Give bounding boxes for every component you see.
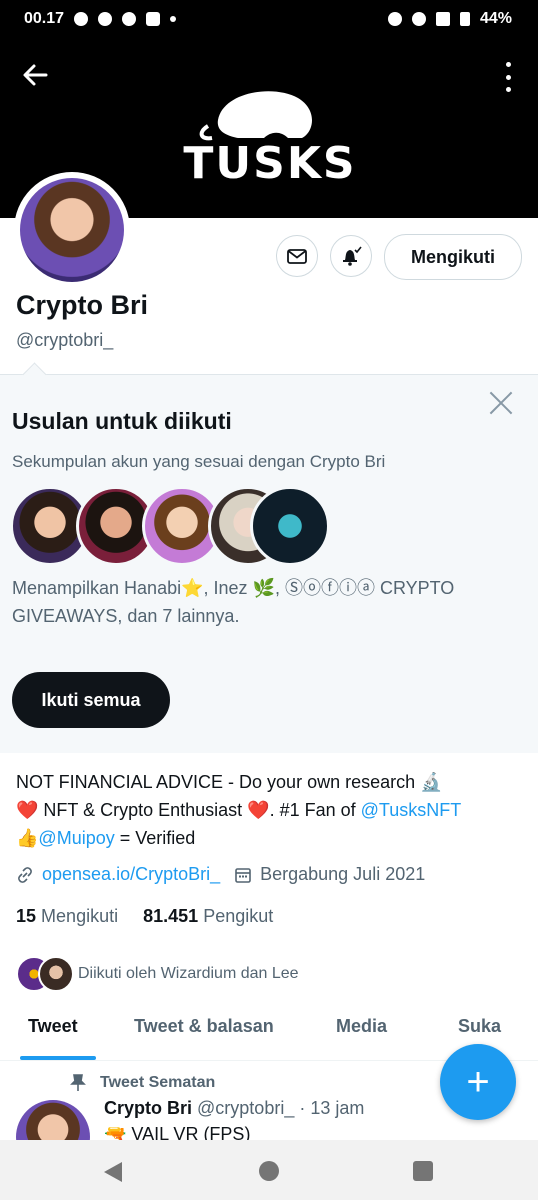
bio-line-1: NOT FINANCIAL ADVICE - Do your own resea… bbox=[16, 772, 443, 792]
profile-avatar[interactable] bbox=[20, 178, 124, 282]
messenger-icon bbox=[74, 12, 89, 26]
followed-by-text: Diikuti oleh Wizardium dan Lee bbox=[78, 965, 299, 982]
calendar-icon bbox=[235, 867, 251, 883]
suggestions-description: Menampilkan Hanabi⭐, Inez 🌿, Ⓢⓞⓕⓘⓐ CRYPT… bbox=[12, 578, 455, 626]
tab-likes[interactable]: Suka bbox=[458, 1016, 501, 1037]
followers-stat[interactable]: 81.451 Pengikut bbox=[143, 906, 273, 926]
record-icon bbox=[146, 12, 161, 26]
heart-emoji: ❤️ bbox=[247, 800, 270, 820]
active-tab-indicator bbox=[20, 1056, 96, 1060]
battery-icon bbox=[459, 12, 470, 26]
notification-dot-icon bbox=[170, 16, 177, 22]
alarm-icon bbox=[387, 12, 402, 26]
suggested-avatars[interactable] bbox=[10, 486, 330, 566]
bell-icon bbox=[343, 246, 362, 266]
followers-label: Pengikut bbox=[203, 906, 274, 926]
nav-home-button[interactable] bbox=[259, 1161, 279, 1181]
notifications-button[interactable] bbox=[330, 235, 372, 277]
banner-logo-text: TUSKS bbox=[183, 138, 357, 189]
close-suggestions-button[interactable] bbox=[488, 390, 514, 416]
plus-icon: + bbox=[466, 1059, 490, 1104]
follower-avatar bbox=[38, 956, 74, 992]
suggested-avatar[interactable] bbox=[250, 486, 330, 566]
tab-tweet[interactable]: Tweet bbox=[28, 1016, 78, 1037]
tweet-header: Crypto Bri @cryptobri_ · 13 jam bbox=[104, 1098, 364, 1119]
chat-icon bbox=[98, 12, 113, 26]
pinned-label: Tweet Sematan bbox=[70, 1074, 215, 1092]
bio-text: = Verified bbox=[114, 828, 196, 848]
tweet-handle-time: @cryptobri_ · 13 jam bbox=[197, 1098, 365, 1118]
compose-tweet-button[interactable]: + bbox=[440, 1044, 516, 1120]
pinned-label-text: Tweet Sematan bbox=[100, 1074, 216, 1091]
bio-text: NFT & Crypto Enthusiast bbox=[38, 800, 248, 820]
following-button[interactable]: Mengikuti bbox=[384, 234, 522, 280]
profile-avatar-frame bbox=[14, 172, 130, 288]
website-link[interactable]: opensea.io/CryptoBri_ bbox=[42, 864, 220, 885]
tweet-author-name[interactable]: Crypto Bri bbox=[104, 1098, 192, 1118]
more-options-button[interactable] bbox=[500, 62, 516, 92]
battery-level: 44% bbox=[479, 10, 512, 27]
followed-by[interactable]: Diikuti oleh Wizardium dan Lee bbox=[16, 956, 299, 992]
thumbs-up-emoji: 👍 bbox=[16, 828, 39, 848]
more-vertical-icon bbox=[505, 62, 511, 67]
profile-meta: opensea.io/CryptoBri_ Bergabung Juli 202… bbox=[16, 864, 425, 885]
bio-text: . #1 Fan of bbox=[269, 800, 361, 820]
profile-name: Crypto Bri bbox=[16, 290, 149, 320]
mention-link[interactable]: @Muipoy bbox=[38, 828, 114, 848]
profile-handle: @cryptobri_ bbox=[16, 330, 114, 350]
signal-icon bbox=[435, 12, 450, 26]
pin-icon bbox=[70, 1074, 86, 1091]
nav-back-button[interactable] bbox=[104, 1162, 122, 1182]
profile-stats: 15 Mengikuti 81.451 Pengikut bbox=[16, 906, 273, 927]
suggestions-subtitle: Sekumpulan akun yang sesuai dengan Crypt… bbox=[12, 452, 386, 471]
message-button[interactable] bbox=[276, 235, 318, 277]
back-button[interactable] bbox=[20, 60, 58, 94]
mail-icon bbox=[287, 249, 307, 264]
heart-emoji: ❤️ bbox=[16, 800, 39, 820]
wifi-icon bbox=[411, 12, 426, 26]
nav-recents-button[interactable] bbox=[413, 1161, 433, 1181]
tab-media[interactable]: Media bbox=[336, 1016, 387, 1037]
follow-all-button[interactable]: Ikuti semua bbox=[12, 672, 170, 728]
following-label: Mengikuti bbox=[41, 906, 119, 926]
following-count: 15 bbox=[16, 906, 37, 926]
status-bar: 00.17 44% bbox=[0, 0, 538, 40]
following-stat[interactable]: 15 Mengikuti bbox=[16, 906, 118, 926]
followers-count: 81.451 bbox=[143, 906, 199, 926]
link-icon bbox=[18, 866, 32, 883]
profile-bio: NOT FINANCIAL ADVICE - Do your own resea… bbox=[16, 768, 524, 852]
joined-date: Bergabung Juli 2021 bbox=[260, 864, 426, 884]
status-time: 00.17 bbox=[24, 10, 65, 27]
mention-link[interactable]: @TusksNFT bbox=[361, 800, 462, 820]
telegram-icon bbox=[122, 12, 137, 26]
suggestions-title: Usulan untuk diikuti bbox=[12, 408, 232, 434]
tab-tweet-replies[interactable]: Tweet & balasan bbox=[134, 1016, 274, 1037]
arrow-left-icon bbox=[23, 64, 48, 86]
